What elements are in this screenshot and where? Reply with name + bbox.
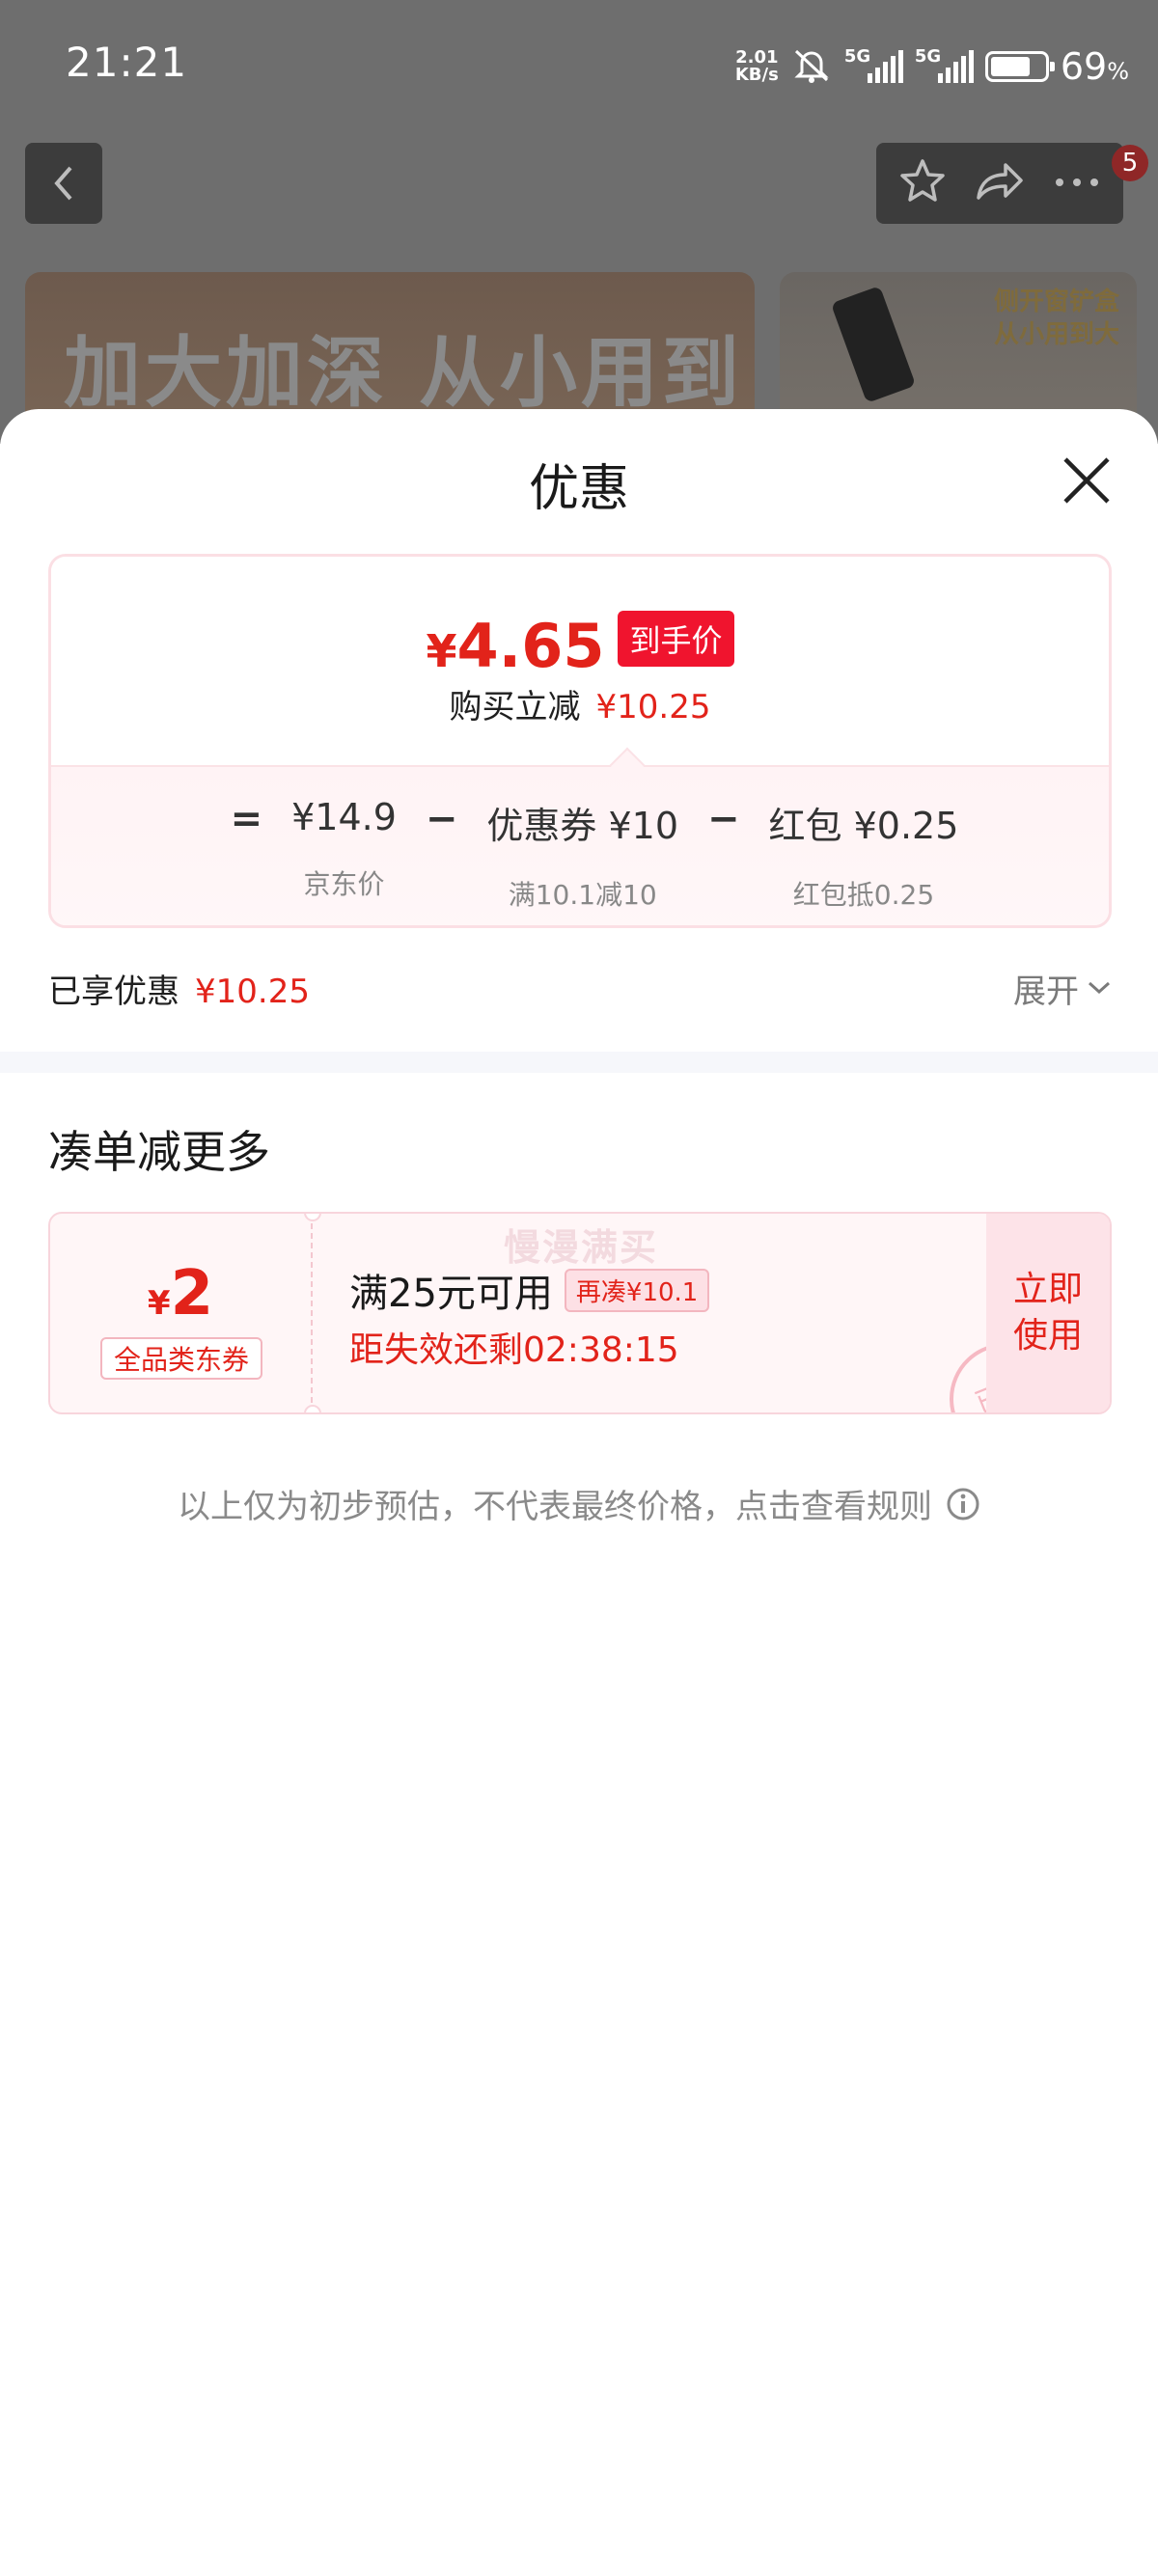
more-discount-title: 凑单减更多 [48,1126,270,1178]
status-time: 21:21 [66,39,188,86]
thumbnail-text-line1: 侧开窗铲盒 [993,288,1119,316]
coupon-amount-area: ¥2 全品类东券 [50,1214,313,1412]
red-packet-rule: 红包抵0.25 [792,879,935,911]
instant-discount-row: 购买立减 ¥10.25 [51,680,1109,727]
sheet-title: 优惠 [528,460,629,518]
final-price-tag: 到手价 [618,611,734,667]
coupon-condition-row: 满25元可用 再凑¥10.1 [349,1262,710,1318]
close-button[interactable] [1058,452,1116,509]
cart-badge: 5 [1112,145,1148,181]
price-breakdown-card: ¥4.65 到手价 购买立减 ¥10.25 = ¥14.9 京东价 − 优惠券 … [48,554,1112,928]
coupon-amount: ¥2 [50,1258,311,1329]
final-price-row: ¥4.65 到手价 [51,611,1109,676]
enjoyed-discount-value: ¥10.25 [195,972,310,1011]
red-packet-value: 红包 ¥0.25 [768,805,959,847]
battery-percent-sign: % [1107,58,1129,85]
use-now-label-line1: 立即 [1012,1270,1083,1309]
background-page: 21:21 2.01 KB/s 5G 5G 69% 5 加大加深 从小用到 侧开… [0,0,1158,446]
sim1-label: 5G [843,46,871,67]
coupon-value: 优惠券 ¥10 [486,805,679,847]
formula-item-red-packet: 红包 ¥0.25 红包抵0.25 [769,796,959,913]
jd-price-value: ¥14.9 [291,796,397,838]
formula-item-coupon: 优惠券 ¥10 满10.1减10 [486,796,678,913]
status-bar: 21:21 2.01 KB/s 5G 5G 69% [0,0,1158,131]
scoop-image [830,286,917,403]
close-icon [1063,457,1110,504]
coupon-details: 慢漫满买 满25元可用 再凑¥10.1 距失效还剩02:38:15 已领 [349,1214,1079,1412]
battery-level [990,57,1030,76]
enjoyed-discount-label: 已享优惠 [48,972,179,1011]
network-speed-unit: KB/s [734,65,779,85]
minus-sign: − [425,797,458,841]
final-price-area: ¥4.65 到手价 购买立减 ¥10.25 [51,557,1109,765]
chevron-left-icon [54,166,72,201]
network-speed: 2.01 KB/s [735,49,779,84]
thumbnail-text-line2: 从小用到大 [993,320,1119,349]
instant-discount-value: ¥10.25 [595,688,711,726]
price-formula-area: = ¥14.9 京东价 − 优惠券 ¥10 满10.1减10 − 红包 ¥0.2… [51,765,1109,925]
battery-percent-value: 69 [1060,45,1108,88]
price-rules-link[interactable]: 以上仅为初步预估，不代表最终价格，点击查看规则 [0,1480,1158,1527]
battery-percent: 69% [1061,45,1129,88]
more-dots-icon[interactable] [1052,175,1102,193]
discount-sheet: 优惠 ¥4.65 到手价 购买立减 ¥10.25 = ¥14.9 京东价 − 优… [0,409,1158,2576]
enjoyed-discount: 已享优惠 ¥10.25 [48,965,310,1012]
battery-icon [984,51,1055,82]
section-divider [0,1052,1158,1073]
equals-sign: = [230,797,263,841]
final-price-currency: ¥ [426,625,457,677]
jd-price-label: 京东价 [303,868,385,900]
signal-sim1-icon: 5G [844,46,903,83]
status-icons: 2.01 KB/s 5G 5G 69% [735,42,1129,91]
chevron-down-icon [1088,981,1111,995]
final-price-value: 4.65 [456,611,605,681]
formula-item-jd-price: ¥14.9 京东价 [291,796,397,902]
mute-bell-icon [790,45,833,88]
sim2-label: 5G [914,46,942,67]
final-price: ¥4.65 [426,617,604,676]
price-formula: = ¥14.9 京东价 − 优惠券 ¥10 满10.1减10 − 红包 ¥0.2… [51,796,1109,913]
share-icon[interactable] [975,159,1025,207]
coupon-punch-bottom [304,1405,321,1412]
coupon-currency: ¥ [147,1284,171,1323]
expand-button[interactable]: 展开 [1013,965,1112,1012]
use-now-button[interactable]: 立即 使用 [986,1214,1110,1412]
info-icon [947,1488,979,1520]
coupon-amount-value: 2 [170,1258,214,1329]
use-now-label-line2: 使用 [1012,1316,1083,1356]
thumbnail-text: 侧开窗铲盒 从小用到大 [994,286,1119,351]
coupon-card[interactable]: ¥2 全品类东券 慢漫满买 满25元可用 再凑¥10.1 距失效还剩02:38:… [48,1212,1112,1414]
coupon-condition: 满25元可用 [349,1272,553,1316]
add-more-tag: 再凑¥10.1 [564,1268,710,1312]
coupon-countdown: 距失效还剩02:38:15 [349,1330,679,1370]
favorite-star-icon[interactable] [897,157,948,209]
expand-label: 展开 [1013,972,1079,1011]
top-actions [876,143,1123,224]
disclaimer-text: 以上仅为初步预估，不代表最终价格，点击查看规则 [178,1488,932,1526]
instant-discount-label: 购买立减 [449,688,581,726]
minus-sign: − [707,797,740,841]
coupon-rule: 满10.1减10 [508,879,657,911]
back-button[interactable] [25,143,102,224]
signal-sim2-icon: 5G [915,46,974,83]
coupon-type-badge: 全品类东券 [100,1337,262,1380]
enjoyed-discount-row: 已享优惠 ¥10.25 展开 [48,959,1112,1017]
